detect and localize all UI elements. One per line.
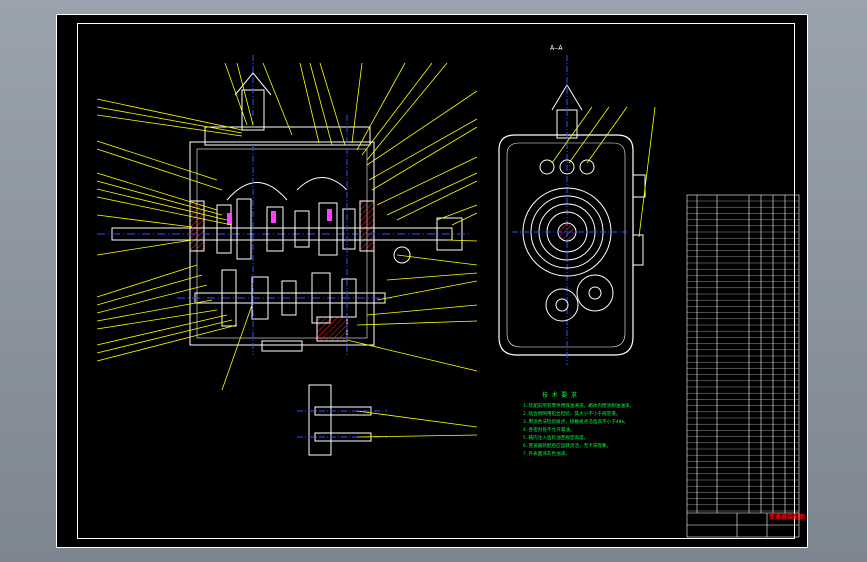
note-line: 3.用涂色法检验斑点，接触斑点沿齿高不小于40%。 — [523, 418, 629, 425]
note-line: 7.外表面涂灰色油漆。 — [523, 450, 570, 457]
main-section-view — [97, 55, 472, 355]
note-line: 2.啮合侧隙用铅丝检验，其大小不小于规定值。 — [523, 410, 620, 417]
gear-teeth-highlight — [227, 209, 332, 225]
parts-list-rows — [687, 200, 799, 512]
notes-heading: 技 术 要 求 — [542, 391, 577, 399]
technical-notes: 技 术 要 求 1.装配前所有零件用煤油清洗，箱体内壁涂耐油油漆。 2.啮合侧隙… — [523, 391, 634, 457]
section-label: A—A — [550, 44, 563, 52]
note-line: 4.各密封处不允许漏油。 — [523, 426, 574, 433]
cad-drawing: A—A 技 术 要 求 1.装配前所有零件用煤油清洗，箱体内壁涂耐油油漆。 2.… — [96, 44, 805, 538]
part-leader-lines — [96, 62, 656, 438]
section-aa-view: A—A — [498, 44, 646, 365]
parts-list-table — [686, 194, 800, 538]
shift-rail-detail-view — [297, 384, 387, 456]
note-line: 6.变速器装配后应运转灵活，无卡滞现象。 — [523, 442, 611, 449]
drawing-sheet: A—A 技 术 要 求 1.装配前所有零件用煤油清洗，箱体内壁涂耐油油漆。 2.… — [56, 14, 808, 548]
note-line: 5.箱内注入齿轮油至规定高度。 — [523, 434, 588, 441]
note-line: 1.装配前所有零件用煤油清洗，箱体内壁涂耐油油漆。 — [523, 402, 634, 409]
title-block-stamp: 变速器装配图 — [769, 513, 805, 521]
